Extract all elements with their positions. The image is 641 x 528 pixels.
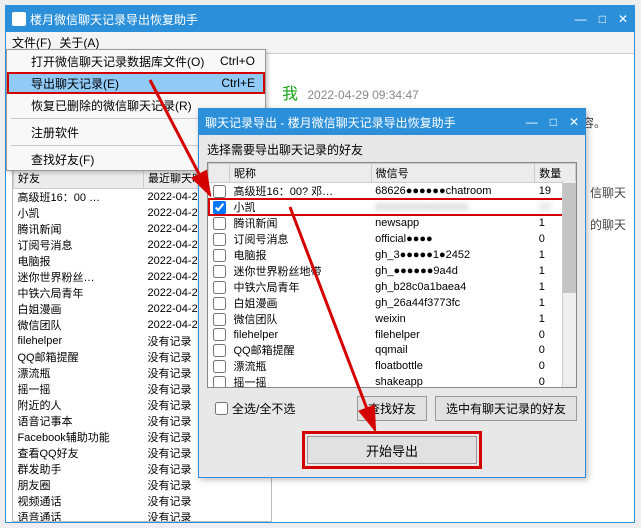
list-item[interactable]: filehelperfilehelper0: [209, 327, 576, 342]
list-item[interactable]: 迷你世界粉丝地带gh_●●●●●●9a4d1: [209, 263, 576, 279]
list-item[interactable]: 中铁六局青年gh_b28c0a1baea41: [209, 279, 576, 295]
col-count[interactable]: 数量: [535, 164, 576, 183]
me-label: 我: [282, 86, 298, 103]
dialog-hint: 选择需要导出聊天记录的好友: [207, 141, 577, 158]
minimize-icon[interactable]: —: [575, 12, 587, 26]
chat-fragment-1: 信聊天: [590, 184, 626, 201]
dialog-title: 聊天记录导出 - 楼月微信聊天记录导出恢复助手: [205, 114, 456, 131]
chat-timestamp: 2022-04-29 09:34:47: [307, 88, 418, 102]
table-row[interactable]: 语音通话没有记录: [14, 509, 271, 522]
dialog-minimize-icon[interactable]: —: [526, 115, 538, 129]
list-item[interactable]: 电脑报gh_3●●●●●1●24521: [209, 247, 576, 263]
list-item[interactable]: 订阅号消息official●●●●0: [209, 231, 576, 247]
list-item[interactable]: 摇一摇shakeapp0: [209, 374, 576, 388]
list-item[interactable]: QQ邮箱提醒qqmail0: [209, 342, 576, 358]
close-icon[interactable]: ✕: [618, 12, 628, 26]
col-nick[interactable]: 昵称: [230, 164, 372, 183]
export-dialog: 聊天记录导出 - 楼月微信聊天记录导出恢复助手 — □ ✕ 选择需要导出聊天记录…: [198, 108, 586, 478]
list-item[interactable]: 漂流瓶floatbottle0: [209, 358, 576, 374]
list-item[interactable]: 白姐漫画gh_26a44f3773fc1: [209, 295, 576, 311]
col-wechat[interactable]: 微信号: [371, 164, 535, 183]
start-export-button[interactable]: 开始导出: [307, 436, 477, 464]
app-title: 楼月微信聊天记录导出恢复助手: [30, 11, 198, 28]
friends-list: 昵称 微信号 数量 高级班16：00? 邓…68626●●●●●●chatroo…: [207, 162, 577, 388]
table-row[interactable]: 朋友圈没有记录: [14, 477, 271, 493]
list-item[interactable]: 小凯●●●●●●●●●●●●●●12: [209, 199, 576, 215]
select-all-checkbox[interactable]: 全选/全不选: [215, 400, 295, 417]
dialog-close-icon[interactable]: ✕: [569, 115, 579, 129]
maximize-icon[interactable]: □: [599, 12, 606, 26]
list-scrollbar[interactable]: [562, 181, 576, 387]
list-item[interactable]: 腾讯新闻newsapp1: [209, 215, 576, 231]
dialog-maximize-icon[interactable]: □: [550, 115, 557, 129]
select-has-record-button[interactable]: 选中有聊天记录的好友: [435, 396, 577, 421]
list-item[interactable]: 微信团队weixin1: [209, 311, 576, 327]
list-item[interactable]: 高级班16：00? 邓…68626●●●●●●chatroom19: [209, 183, 576, 200]
menu-open-db[interactable]: 打开微信聊天记录数据库文件(O) Ctrl+O: [7, 50, 265, 72]
main-titlebar: 楼月微信聊天记录导出恢复助手 — □ ✕: [6, 6, 634, 32]
table-row[interactable]: 视频通话没有记录: [14, 493, 271, 509]
chat-fragment-2: 的聊天: [590, 216, 626, 233]
app-icon: [12, 12, 26, 26]
menu-export[interactable]: 导出聊天记录(E) Ctrl+E: [7, 72, 265, 94]
find-friend-button[interactable]: 查找好友: [357, 396, 427, 421]
